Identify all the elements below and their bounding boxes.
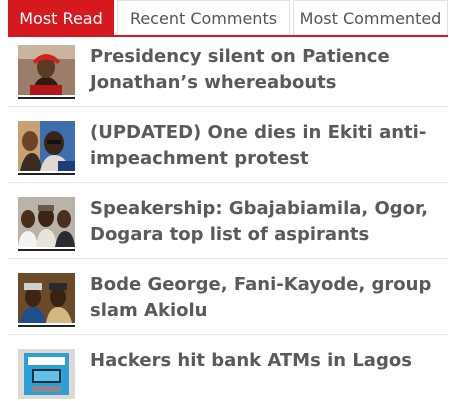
atm-machine-photo-icon [18, 349, 75, 399]
article-title-link[interactable]: Hackers hit bank ATMs in Lagos [90, 348, 442, 374]
list-item: Speakership: Gbajabiamila, Ogor, Dogara … [8, 189, 448, 259]
tab-bar: Most Read Recent Comments Most Commented [8, 0, 448, 37]
article-thumbnail[interactable] [18, 45, 75, 95]
list-item: (UPDATED) One dies in Ekiti anti-impeach… [8, 113, 448, 183]
list-item: Presidency silent on Patience Jonathan’s… [8, 37, 448, 107]
most-read-widget: Most Read Recent Comments Most Commented… [0, 0, 449, 401]
divider [8, 258, 448, 259]
list-item: Hackers hit bank ATMs in Lagos [8, 341, 448, 401]
article-title-link[interactable]: Presidency silent on Patience Jonathan’s… [90, 44, 442, 96]
article-thumbnail[interactable] [18, 121, 75, 171]
article-title-link[interactable]: (UPDATED) One dies in Ekiti anti-impeach… [90, 120, 442, 172]
divider [8, 106, 448, 107]
tab-most-commented[interactable]: Most Commented [293, 0, 448, 35]
divider [8, 182, 448, 183]
tab-most-read[interactable]: Most Read [8, 0, 114, 35]
list-item: Bode George, Fani-Kayode, group slam Aki… [8, 265, 448, 335]
men-in-caps-photo-icon [18, 273, 75, 323]
article-thumbnail[interactable] [18, 349, 75, 399]
divider [8, 334, 448, 335]
article-thumbnail[interactable] [18, 273, 75, 323]
woman-portrait-photo-icon [18, 45, 75, 95]
thumbnail-underline [18, 97, 75, 99]
thumbnail-underline [18, 249, 75, 251]
tab-recent-comments[interactable]: Recent Comments [117, 0, 290, 35]
article-title-link[interactable]: Speakership: Gbajabiamila, Ogor, Dogara … [90, 196, 442, 248]
thumbnail-underline [18, 325, 75, 327]
three-men-portrait-photo-icon [18, 197, 75, 247]
article-thumbnail[interactable] [18, 197, 75, 247]
men-portrait-photo-icon [18, 121, 75, 171]
article-title-link[interactable]: Bode George, Fani-Kayode, group slam Aki… [90, 272, 442, 324]
thumbnail-underline [18, 173, 75, 175]
